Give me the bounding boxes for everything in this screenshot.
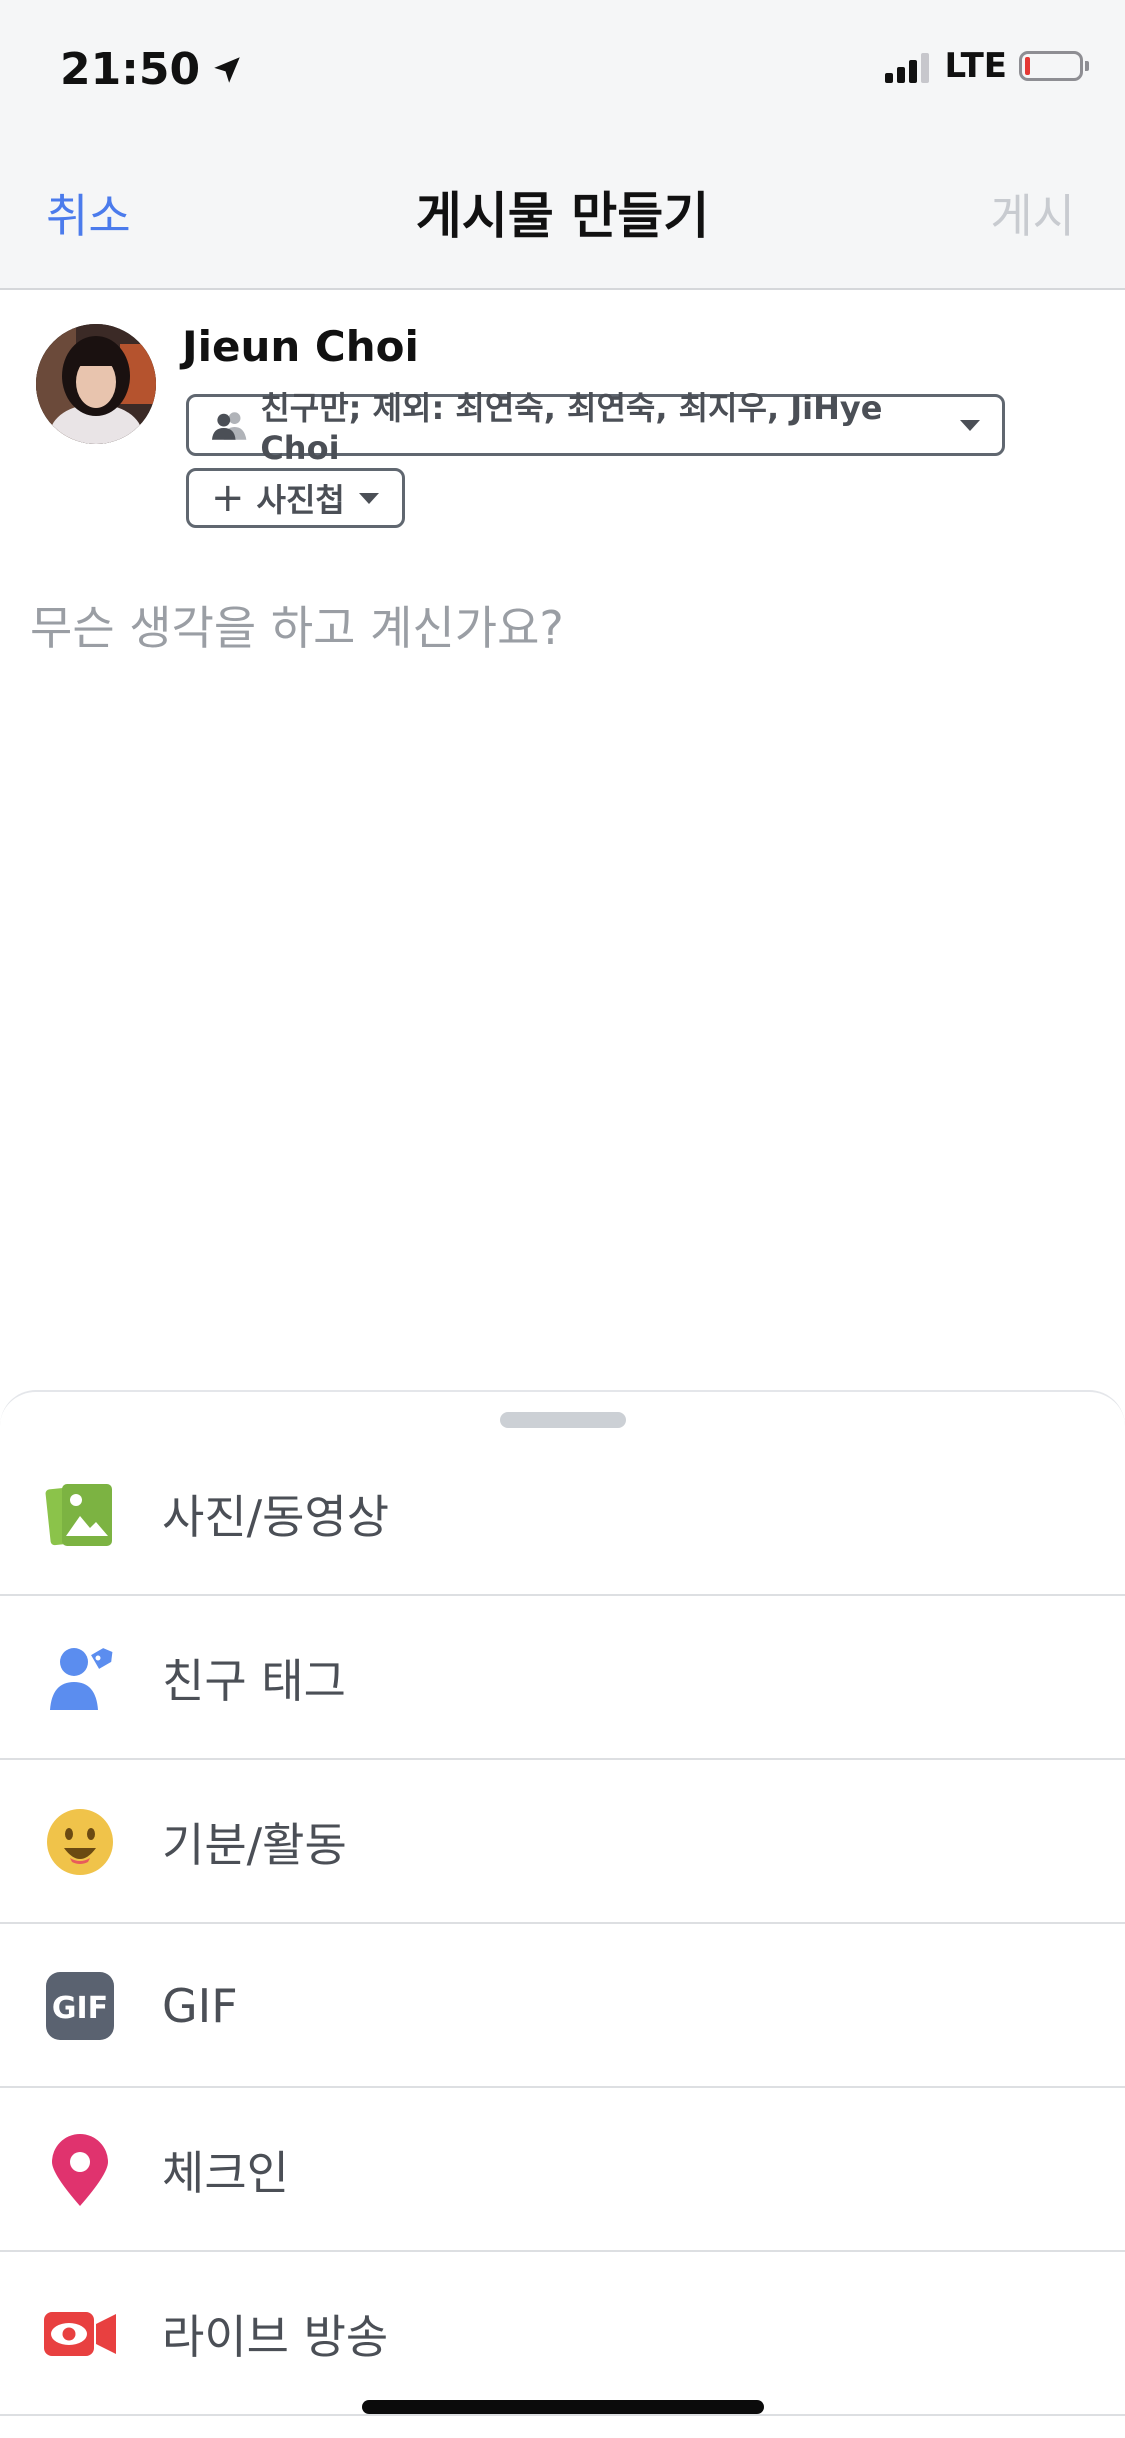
audience-selector[interactable]: 친구만; 제외: 최연숙, 최연숙, 최지우, JiHye Choi [186,389,1005,467]
status-time: 21:50 [60,44,244,95]
location-arrow-icon [214,56,240,83]
post-text-input[interactable]: 무슨 생각을 하고 계신가요? [30,592,564,658]
action-check-in[interactable]: 체크인 [0,2090,1125,2252]
live-video-icon [44,2298,116,2370]
author-name: Jieun Choi [182,322,419,371]
home-indicator[interactable] [362,2400,764,2414]
header: 21:50 LTE 취소 게시물 만들기 게시 [0,0,1125,290]
page-title: 게시물 만들기 [415,187,710,245]
avatar[interactable] [36,324,156,444]
action-label: 사진/동영상 [162,1490,390,1544]
clock: 21:50 [60,44,201,95]
action-feeling-activity[interactable]: 기분/활동 [0,1762,1125,1924]
sheet-drag-handle[interactable] [500,1412,626,1428]
battery-icon [1019,51,1089,81]
avatar-photo [36,324,156,444]
post-options-sheet: 사진/동영상 친구 태그 기분/활동 GIF GIF 체크인 라이브 방송 [0,1390,1125,2438]
status-indicators: LTE [884,46,1089,86]
action-label: 라이브 방송 [162,2310,389,2364]
tag-friends-icon [44,1642,116,1714]
feeling-icon [44,1806,116,1878]
action-label: GIF [162,1979,238,2033]
friends-icon [211,412,247,440]
audience-label: 친구만; 제외: 최연숙, 최연숙, 최지우, JiHye Choi [260,389,883,467]
album-selector[interactable]: + 사진첩 [186,468,405,528]
album-label: 사진첩 [256,481,345,519]
action-label: 체크인 [162,2146,289,2200]
chevron-down-icon [960,419,980,431]
gif-icon: GIF [44,1970,116,2042]
plus-icon: + [211,475,245,521]
svg-text:GIF: GIF [52,1991,108,2026]
chevron-down-icon [358,492,379,504]
photo-icon [44,1478,116,1550]
action-live-video[interactable]: 라이브 방송 [0,2254,1125,2416]
signal-icon [884,49,933,83]
post-button[interactable]: 게시 [990,180,1075,246]
network-type: LTE [944,46,1007,86]
action-label: 기분/활동 [162,1818,347,1872]
action-tag-friends[interactable]: 친구 태그 [0,1598,1125,1760]
location-pin-icon [44,2134,116,2206]
action-gif[interactable]: GIF GIF [0,1926,1125,2088]
action-label: 친구 태그 [162,1654,346,1708]
action-photo-video[interactable]: 사진/동영상 [0,1434,1125,1596]
